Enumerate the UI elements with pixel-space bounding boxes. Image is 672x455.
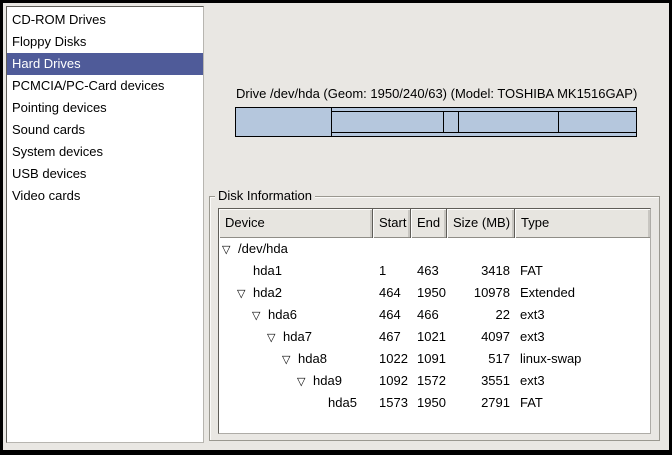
expander-icon[interactable]: ▽ bbox=[267, 327, 283, 348]
type-cell: ext3 bbox=[515, 326, 650, 348]
device-name: hda7 bbox=[283, 329, 312, 344]
sidebar-item-video-cards[interactable]: Video cards bbox=[7, 185, 203, 207]
device-name: hda5 bbox=[328, 395, 357, 410]
table-row-hda8[interactable]: ▽hda8 10221091517linux-swap bbox=[219, 348, 650, 370]
device-name: hda1 bbox=[253, 263, 282, 278]
size-cell: 517 bbox=[447, 348, 515, 370]
table-row-hda7[interactable]: ▽hda7 46710214097ext3 bbox=[219, 326, 650, 348]
table-row-hda1[interactable]: hda1 14633418FAT bbox=[219, 260, 650, 282]
expander-icon[interactable]: ▽ bbox=[282, 349, 298, 370]
sidebar-item-floppy-disks[interactable]: Floppy Disks bbox=[7, 31, 203, 53]
table-row-hda6[interactable]: ▽hda6 46446622ext3 bbox=[219, 304, 650, 326]
size-cell: 22 bbox=[447, 304, 515, 326]
start-cell: 1 bbox=[373, 260, 411, 282]
expander-icon[interactable]: ▽ bbox=[297, 371, 313, 392]
end-cell: 463 bbox=[411, 260, 447, 282]
disk-table: DeviceStartEndSize (MB)Type ▽/dev/hdahda… bbox=[218, 208, 651, 434]
start-cell: 467 bbox=[373, 326, 411, 348]
end-cell: 1950 bbox=[411, 392, 447, 414]
size-cell: 10978 bbox=[447, 282, 515, 304]
table-row-hda9[interactable]: ▽hda9 109215723551ext3 bbox=[219, 370, 650, 392]
expander-icon[interactable]: ▽ bbox=[222, 239, 238, 260]
start-cell: 464 bbox=[373, 304, 411, 326]
table-header-row: DeviceStartEndSize (MB)Type bbox=[219, 209, 650, 238]
disk-information-frame: Disk Information DeviceStartEndSize (MB)… bbox=[209, 196, 660, 441]
column-header-end[interactable]: End bbox=[411, 209, 447, 238]
type-cell: ext3 bbox=[515, 304, 650, 326]
sidebar-item-usb-devices[interactable]: USB devices bbox=[7, 163, 203, 185]
partition-segment-hda7 bbox=[332, 112, 445, 132]
hardware-browser-window: CD-ROM DrivesFloppy DisksHard DrivesPCMC… bbox=[0, 0, 672, 455]
partition-segment-hda2-extended bbox=[332, 108, 636, 136]
column-header-type[interactable]: Type bbox=[515, 209, 650, 238]
drive-title: Drive /dev/hda (Geom: 1950/240/63) (Mode… bbox=[236, 86, 646, 102]
column-header-size-mb[interactable]: Size (MB) bbox=[447, 209, 515, 238]
start-cell bbox=[373, 238, 411, 260]
table-row-dev-hda[interactable]: ▽/dev/hda bbox=[219, 238, 650, 260]
end-cell: 1572 bbox=[411, 370, 447, 392]
device-list: CD-ROM DrivesFloppy DisksHard DrivesPCMC… bbox=[6, 6, 204, 443]
end-cell: 1091 bbox=[411, 348, 447, 370]
type-cell bbox=[515, 238, 650, 260]
start-cell: 464 bbox=[373, 282, 411, 304]
size-cell: 3418 bbox=[447, 260, 515, 282]
partition-segment-hda1 bbox=[236, 108, 332, 136]
type-cell: FAT bbox=[515, 392, 650, 414]
end-cell: 1021 bbox=[411, 326, 447, 348]
disk-information-label: Disk Information bbox=[215, 188, 315, 204]
end-cell: 466 bbox=[411, 304, 447, 326]
type-cell: Extended bbox=[515, 282, 650, 304]
sidebar-item-system-devices[interactable]: System devices bbox=[7, 141, 203, 163]
start-cell: 1092 bbox=[373, 370, 411, 392]
column-header-start[interactable]: Start bbox=[373, 209, 411, 238]
sidebar-item-pcmcia-pc-card-devices[interactable]: PCMCIA/PC-Card devices bbox=[7, 75, 203, 97]
device-name: hda6 bbox=[268, 307, 297, 322]
column-header-device[interactable]: Device bbox=[219, 209, 373, 238]
sidebar-item-cd-rom-drives[interactable]: CD-ROM Drives bbox=[7, 9, 203, 31]
start-cell: 1573 bbox=[373, 392, 411, 414]
device-name: hda9 bbox=[313, 373, 342, 388]
partition-segment-hda5 bbox=[559, 112, 636, 132]
table-row-hda5[interactable]: hda5 157319502791FAT bbox=[219, 392, 650, 414]
size-cell bbox=[447, 238, 515, 260]
sidebar-item-pointing-devices[interactable]: Pointing devices bbox=[7, 97, 203, 119]
type-cell: FAT bbox=[515, 260, 650, 282]
table-row-hda2[interactable]: ▽hda2 464195010978Extended bbox=[219, 282, 650, 304]
partition-segment-hda9 bbox=[459, 112, 559, 132]
start-cell: 1022 bbox=[373, 348, 411, 370]
type-cell: linux-swap bbox=[515, 348, 650, 370]
end-cell bbox=[411, 238, 447, 260]
expander-icon[interactable]: ▽ bbox=[252, 305, 268, 326]
size-cell: 2791 bbox=[447, 392, 515, 414]
sidebar-item-sound-cards[interactable]: Sound cards bbox=[7, 119, 203, 141]
expander-icon[interactable]: ▽ bbox=[237, 283, 253, 304]
partition-bar bbox=[235, 107, 637, 137]
device-name: /dev/hda bbox=[238, 241, 288, 256]
size-cell: 3551 bbox=[447, 370, 515, 392]
size-cell: 4097 bbox=[447, 326, 515, 348]
end-cell: 1950 bbox=[411, 282, 447, 304]
type-cell: ext3 bbox=[515, 370, 650, 392]
device-name: hda8 bbox=[298, 351, 327, 366]
partition-segment-hda8 bbox=[444, 112, 458, 132]
sidebar-item-hard-drives[interactable]: Hard Drives bbox=[7, 53, 203, 75]
table-body: ▽/dev/hdahda114633418FAT▽hda246419501097… bbox=[219, 238, 650, 414]
device-name: hda2 bbox=[253, 285, 282, 300]
